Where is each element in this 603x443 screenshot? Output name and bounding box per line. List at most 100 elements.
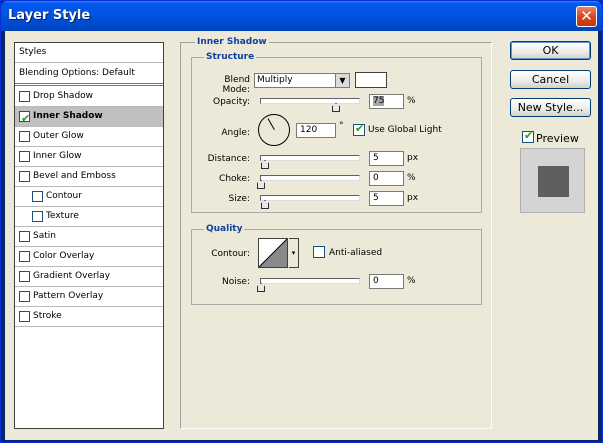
panel-title: Inner Shadow (195, 37, 269, 47)
opacity-unit: % (407, 96, 416, 106)
sidebar-item-texture[interactable]: Texture (15, 207, 163, 227)
choke-slider[interactable] (260, 175, 360, 181)
sidebar-item-outer-glow[interactable]: Outer Glow (15, 127, 163, 147)
quality-group: Quality Contour: ▾ Anti-aliased Noise: 0… (191, 224, 482, 305)
ok-button[interactable]: OK (510, 41, 591, 60)
choke-slider-thumb[interactable] (257, 180, 265, 189)
contour-curve-icon (258, 238, 288, 268)
sidebar-item-pattern-overlay[interactable]: Pattern Overlay (15, 287, 163, 307)
size-input[interactable]: 5 (369, 191, 404, 206)
sidebar-item-bevel-and-emboss[interactable]: Bevel and Emboss (15, 167, 163, 187)
sidebar-item-inner-glow[interactable]: Inner Glow (15, 147, 163, 167)
contour-label: Contour: (211, 249, 250, 259)
sidebar-checkbox[interactable] (32, 211, 43, 222)
choke-input[interactable]: 0 (369, 171, 404, 186)
blending-options-label: Blending Options: Default (19, 68, 135, 78)
sidebar-checkbox[interactable] (19, 311, 30, 322)
angle-dial[interactable] (258, 114, 290, 146)
window-title: Layer Style (8, 8, 91, 23)
noise-slider[interactable] (260, 278, 360, 284)
noise-label: Noise: (222, 277, 250, 287)
distance-unit: px (407, 153, 419, 163)
styles-header[interactable]: Styles (15, 43, 163, 63)
close-button[interactable]: ✕ (576, 6, 597, 27)
size-label: Size: (228, 194, 250, 204)
checkmark-icon: ✔ (355, 122, 365, 135)
blend-mode-value: Multiply (257, 75, 293, 85)
quality-legend: Quality (204, 224, 245, 234)
opacity-slider-thumb[interactable] (332, 103, 340, 112)
sidebar-item-inner-shadow[interactable]: ✔ Inner Shadow (15, 107, 163, 127)
sidebar-item-satin[interactable]: Satin (15, 227, 163, 247)
size-slider[interactable] (260, 195, 360, 201)
sidebar-checkbox[interactable] (32, 191, 43, 202)
noise-input[interactable]: 0 (369, 274, 404, 289)
styles-header-label: Styles (19, 47, 47, 57)
distance-slider-thumb[interactable] (261, 160, 269, 169)
contour-picker[interactable] (258, 238, 288, 268)
use-global-light-label: Use Global Light (368, 125, 442, 135)
sidebar-checkbox[interactable] (19, 151, 30, 162)
anti-aliased-checkbox[interactable] (313, 246, 325, 258)
sidebar-checkbox[interactable] (19, 271, 30, 282)
sidebar-checkbox[interactable] (19, 231, 30, 242)
noise-slider-thumb[interactable] (257, 283, 265, 292)
sidebar-checkbox[interactable] (19, 131, 30, 142)
layer-style-dialog: Layer Style ✕ Styles Blending Options: D… (0, 0, 603, 443)
style-preview (520, 148, 585, 213)
choke-value: 0 (373, 173, 379, 183)
distance-slider[interactable] (260, 155, 360, 161)
distance-value: 5 (373, 153, 379, 163)
sidebar-item-drop-shadow[interactable]: Drop Shadow (15, 87, 163, 107)
blend-mode-select[interactable]: Multiply ▼ (254, 73, 350, 88)
sidebar-item-label: Drop Shadow (33, 91, 94, 101)
sidebar-item-label: Contour (46, 191, 82, 201)
sidebar-item-label: Texture (46, 211, 79, 221)
sidebar-checkbox[interactable] (19, 91, 30, 102)
preview-checkbox[interactable]: ✔ (522, 129, 534, 143)
sidebar-item-contour[interactable]: Contour (15, 187, 163, 207)
preview-label: Preview (536, 132, 579, 145)
size-slider-thumb[interactable] (261, 200, 269, 209)
chevron-down-icon: ▼ (335, 74, 349, 87)
opacity-value: 75 (373, 96, 385, 106)
new-style-button[interactable]: New Style... (510, 98, 591, 117)
chevron-down-icon: ▾ (291, 249, 296, 257)
blend-mode-label: Blend Mode: (222, 75, 250, 95)
sidebar-checkbox[interactable]: ✔ (19, 111, 30, 125)
sidebar-item-color-overlay[interactable]: Color Overlay (15, 247, 163, 267)
sidebar-item-label: Inner Glow (33, 151, 82, 161)
sidebar-checkbox[interactable] (19, 251, 30, 262)
sidebar-item-stroke[interactable]: Stroke (15, 307, 163, 327)
sidebar-item-label: Bevel and Emboss (33, 171, 116, 181)
sidebar-item-label: Inner Shadow (33, 111, 103, 121)
choke-unit: % (407, 173, 416, 183)
opacity-label: Opacity: (213, 97, 250, 107)
opacity-slider[interactable] (260, 98, 360, 104)
angle-dial-needle (267, 118, 275, 130)
title-bar[interactable]: Layer Style ✕ (1, 1, 602, 31)
dialog-body: Styles Blending Options: Default Drop Sh… (5, 31, 598, 440)
sidebar-item-label: Color Overlay (33, 251, 95, 261)
opacity-input[interactable]: 75 (369, 94, 404, 109)
sidebar-checkbox[interactable] (19, 291, 30, 302)
size-unit: px (407, 193, 419, 203)
shadow-color-swatch[interactable] (355, 72, 387, 88)
sidebar-item-label: Satin (33, 231, 56, 241)
angle-label: Angle: (221, 128, 250, 138)
structure-legend: Structure (204, 52, 257, 62)
blending-options-item[interactable]: Blending Options: Default (15, 64, 163, 86)
distance-input[interactable]: 5 (369, 151, 404, 166)
contour-dropdown-button[interactable]: ▾ (289, 238, 299, 268)
choke-label: Choke: (219, 174, 250, 184)
sidebar-item-gradient-overlay[interactable]: Gradient Overlay (15, 267, 163, 287)
cancel-button[interactable]: Cancel (510, 70, 591, 89)
anti-aliased-label: Anti-aliased (329, 248, 383, 258)
checkmark-icon: ✔ (524, 129, 534, 142)
sidebar-checkbox[interactable] (19, 171, 30, 182)
angle-input[interactable]: 120 (296, 123, 336, 138)
angle-value: 120 (300, 125, 318, 135)
use-global-light-checkbox[interactable]: ✔ (353, 122, 365, 136)
styles-list: Styles Blending Options: Default Drop Sh… (14, 42, 164, 429)
sidebar-item-label: Pattern Overlay (33, 291, 104, 301)
